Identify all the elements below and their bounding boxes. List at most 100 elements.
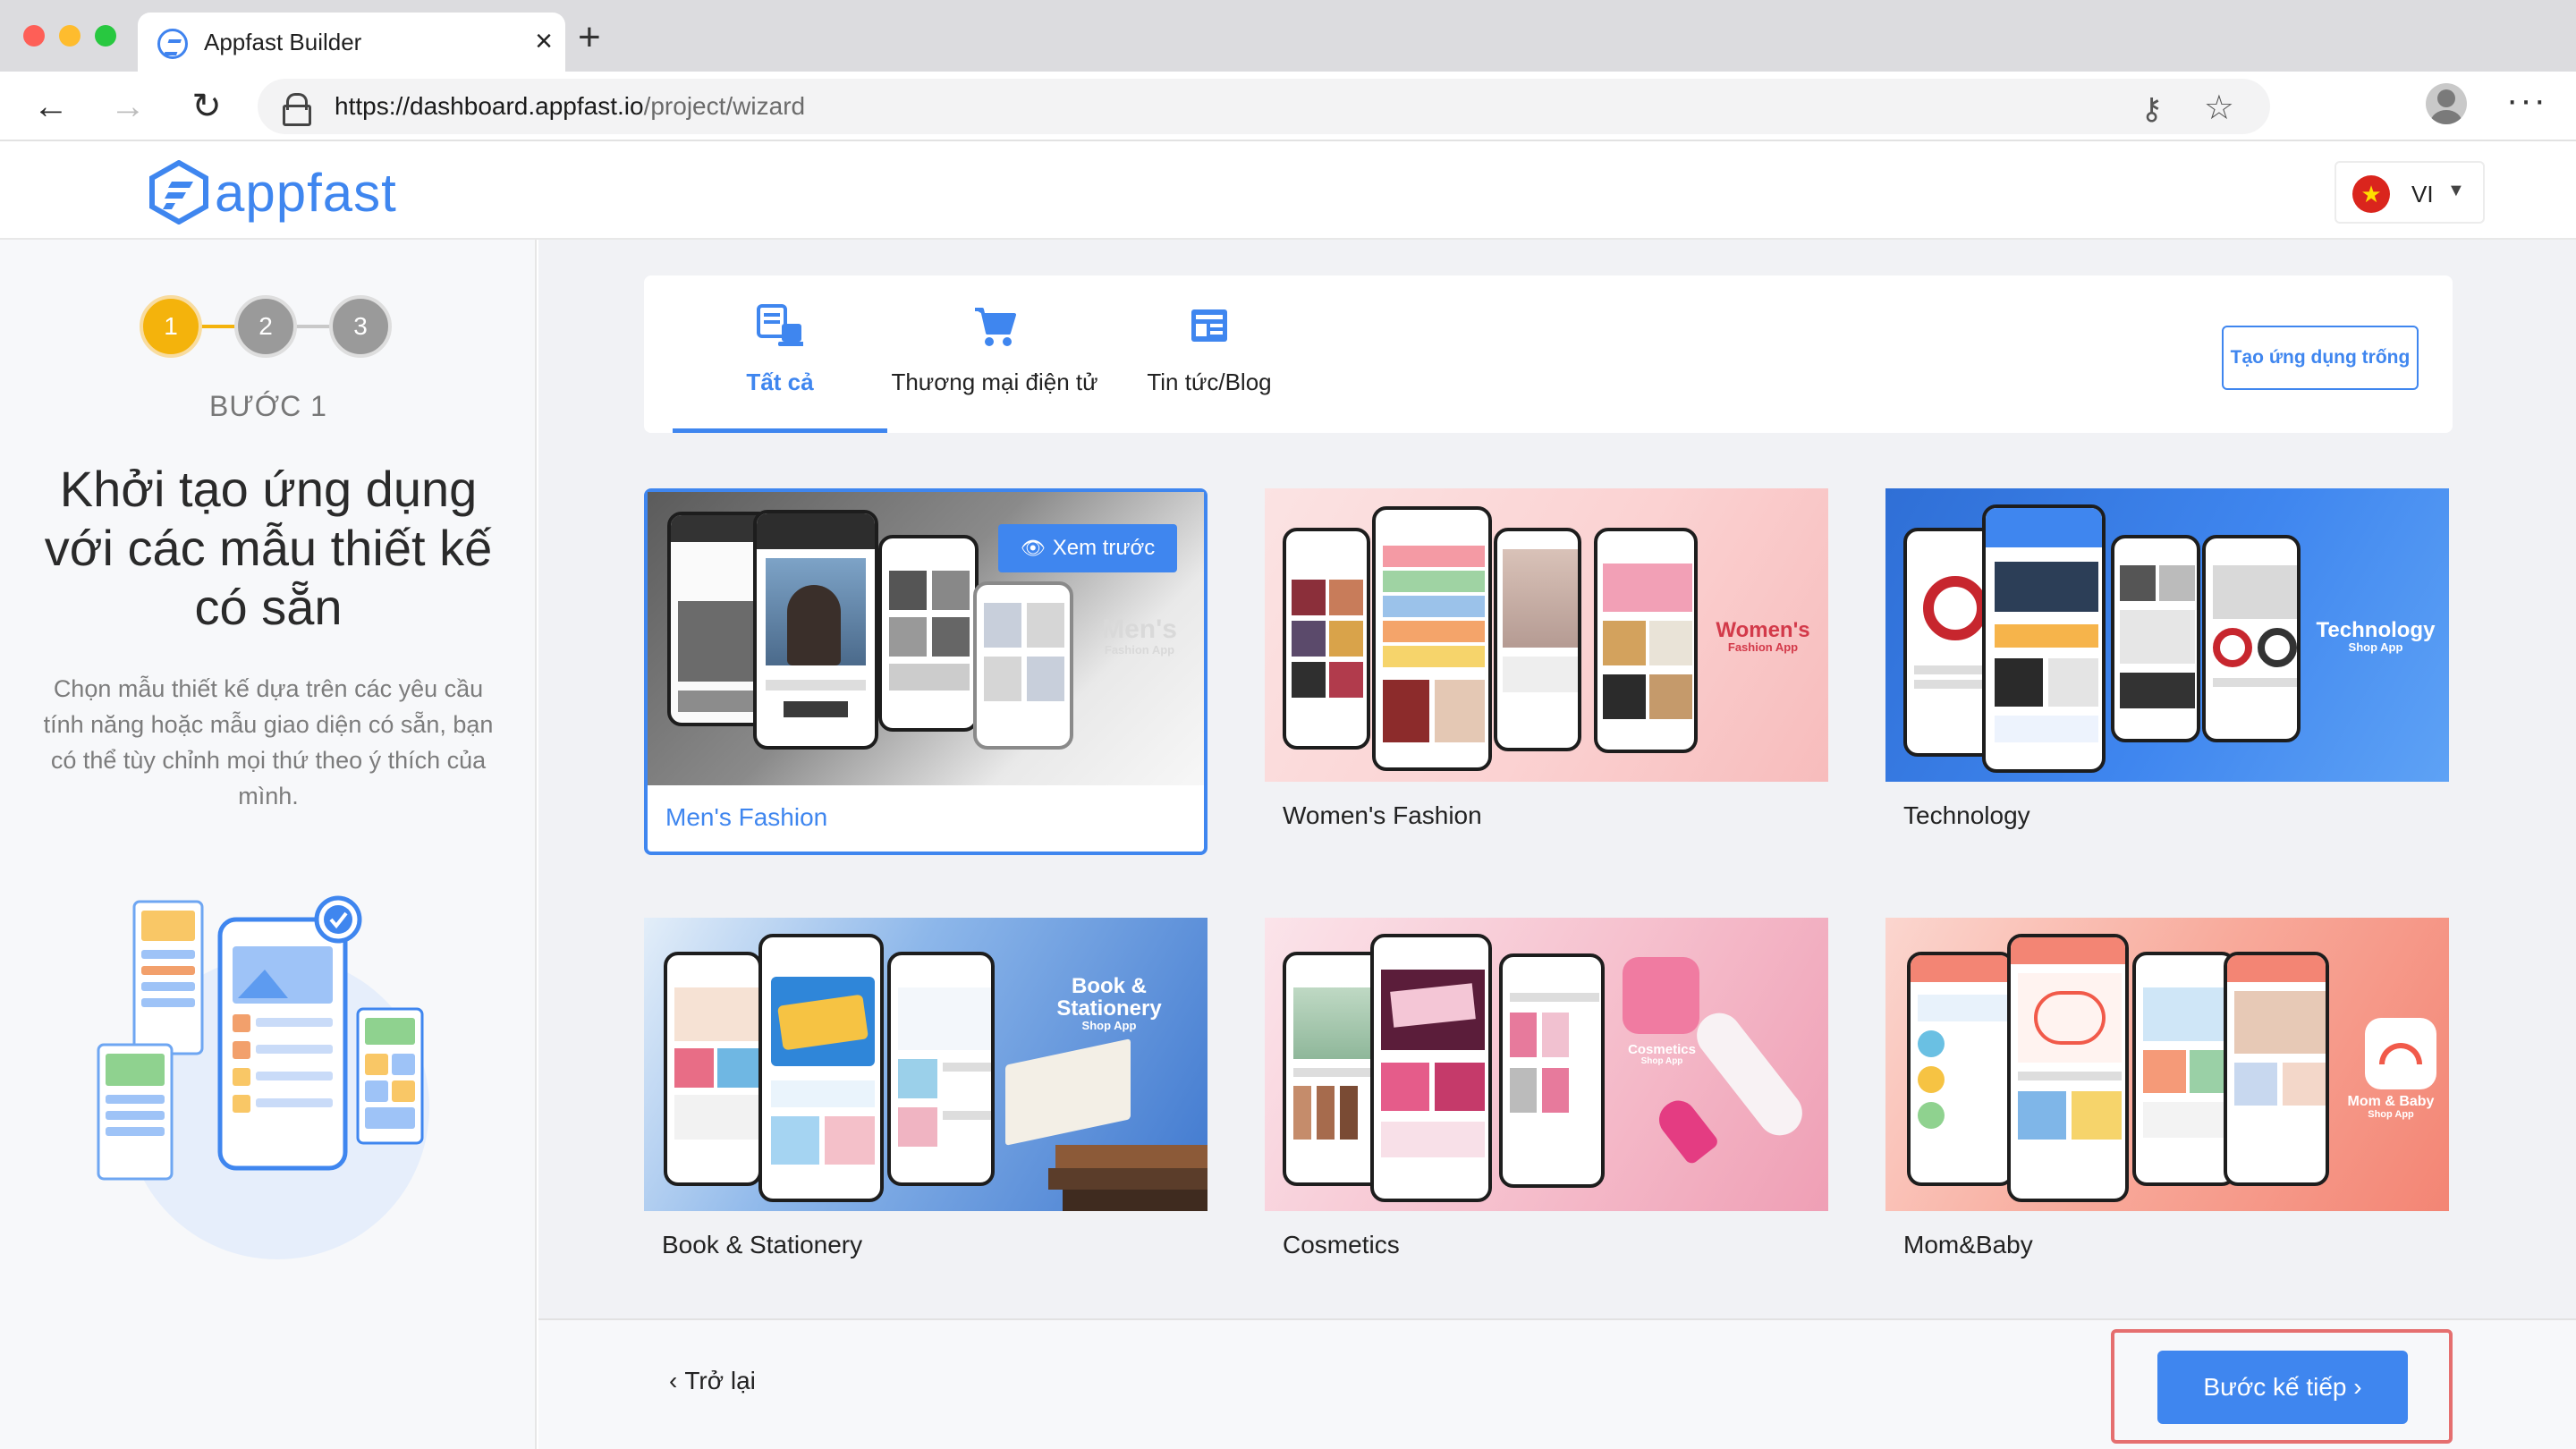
forward-arrow-icon[interactable]: → (106, 84, 150, 129)
lock-icon (283, 93, 311, 126)
appfast-logo[interactable]: appfast (148, 157, 397, 227)
brand-subtitle: Fashion App (1104, 642, 1175, 657)
template-thumbnail: Technology Shop App (1885, 488, 2449, 782)
more-menu-icon[interactable]: ··· (2506, 80, 2547, 121)
step-1-indicator: 1 (140, 295, 202, 358)
cart-icon (975, 308, 1016, 346)
bookmark-star-icon[interactable]: ☆ (2204, 88, 2234, 128)
create-blank-app-button[interactable]: Tạo ứng dụng trống (2222, 326, 2419, 390)
tab-label: Tất cả (746, 369, 814, 395)
address-bar[interactable]: https://dashboard.appfast.io/project/wiz… (258, 79, 2270, 134)
tab-news-blog[interactable]: Tin tức/Blog (1102, 275, 1317, 433)
tab-all[interactable]: Tất cả (673, 275, 887, 433)
back-arrow-icon[interactable]: ← (29, 84, 73, 129)
template-name: Technology (1903, 801, 2030, 829)
app-builder-illustration (97, 895, 429, 1259)
phone-mockup (2007, 934, 2129, 1202)
wizard-sidebar: 1 2 3 BƯỚC 1 Khởi tạo ứng dụng với các m… (0, 240, 537, 1449)
step-connector (295, 325, 331, 328)
phone-mockup (1283, 528, 1370, 750)
brand-title: Book & Stationery (1056, 974, 1162, 1021)
brand-subtitle: Shop App (1640, 1055, 1683, 1066)
browser-tabbar: Appfast Builder × + (0, 0, 2576, 72)
language-code: VI (2411, 181, 2434, 208)
key-icon[interactable]: ⚷ (2140, 91, 2163, 127)
step-label: BƯỚC 1 (209, 390, 327, 422)
phone-mockup (1499, 953, 1605, 1188)
brand-subtitle: Fashion App (1727, 640, 1799, 655)
vietnam-flag-icon: ★ (2352, 175, 2390, 213)
app-header: appfast ★ VI ▼ (0, 141, 2576, 240)
browser-toolbar: ← → ↻ https://dashboard.appfast.io/proje… (0, 72, 2576, 141)
phone-mockup (887, 952, 995, 1186)
devices-icon (757, 304, 803, 346)
brand-title: Cosmetics (1628, 1042, 1696, 1057)
step-3-indicator: 3 (329, 295, 392, 358)
template-brand-label: Mom & Baby Shop App (2333, 1094, 2449, 1120)
eye-icon: 👁 (1020, 537, 1046, 559)
maximize-window-button[interactable] (95, 25, 116, 47)
template-card-cosmetics[interactable]: Cosmetics Shop App Cosmetics (1265, 918, 1828, 1284)
template-card-mens-fashion[interactable]: Men's Fashion App 👁 Xem trước Men's Fashi… (644, 488, 1208, 855)
chevron-down-icon: ▼ (2447, 181, 2465, 200)
tab-label: Tin tức/Blog (1147, 369, 1272, 395)
template-card-womens-fashion[interactable]: Women's Fashion App Women's Fashion (1265, 488, 1828, 855)
template-card-technology[interactable]: Technology Shop App Technology (1885, 488, 2449, 855)
phone-mockup (1370, 934, 1492, 1202)
phone-mockup (973, 581, 1073, 750)
brand-title: Technology (2316, 618, 2436, 642)
reload-icon[interactable]: ↻ (184, 84, 229, 129)
page-title: Khởi tạo ứng dụng với các mẫu thiết kế c… (44, 461, 493, 635)
url-host: https://dashboard.appfast.io (335, 92, 644, 120)
template-name: Mom&Baby (1903, 1231, 2033, 1258)
template-name: Book & Stationery (662, 1231, 863, 1258)
template-brand-label: Women's Fashion App (1705, 619, 1821, 654)
profile-avatar-icon[interactable] (2426, 83, 2467, 124)
back-button[interactable]: ‹ Trở lại (669, 1367, 756, 1395)
browser-tab[interactable]: Appfast Builder × (138, 13, 565, 72)
template-thumbnail: Mom & Baby Shop App (1885, 918, 2449, 1211)
tab-title: Appfast Builder (204, 29, 362, 55)
minimize-window-button[interactable] (59, 25, 80, 47)
close-window-button[interactable] (23, 25, 45, 47)
phone-mockup (2224, 952, 2329, 1186)
preview-label: Xem trước (1052, 536, 1156, 560)
step-connector (200, 325, 236, 328)
tab-label: Thương mại điện tử (891, 369, 1098, 395)
template-brand-label: Book & Stationery Shop App (1020, 975, 1199, 1032)
new-tab-button[interactable]: + (578, 18, 601, 57)
logo-wordmark: appfast (215, 162, 397, 223)
phone-mockup (878, 535, 979, 732)
url-text[interactable]: https://dashboard.appfast.io/project/wiz… (335, 92, 805, 121)
back-label: Trở lại (684, 1367, 756, 1394)
step-2-indicator: 2 (234, 295, 297, 358)
chevron-right-icon: › (2353, 1373, 2362, 1401)
next-label: Bước kế tiếp (2203, 1373, 2347, 1401)
next-step-button[interactable]: Bước kế tiếp › (2157, 1351, 2408, 1424)
template-card-book-stationery[interactable]: Book & Stationery Shop App Book & Statio… (644, 918, 1208, 1284)
brand-title: Women's (1716, 618, 1810, 642)
appfast-favicon-icon (157, 29, 188, 59)
stepper: 1 2 3 (140, 295, 394, 363)
template-thumbnail: Women's Fashion App (1265, 488, 1828, 782)
language-selector[interactable]: ★ VI ▼ (2334, 161, 2485, 224)
tab-ecommerce[interactable]: Thương mại điện tử (887, 275, 1102, 433)
template-thumbnail: Cosmetics Shop App (1265, 918, 1828, 1211)
preview-button[interactable]: 👁 Xem trước (998, 524, 1177, 572)
phone-mockup (1594, 528, 1698, 753)
url-path: /project/wizard (643, 92, 806, 120)
phone-mockup (2111, 535, 2200, 742)
brand-subtitle: Shop App (1081, 1019, 1137, 1033)
brand-title: Mom & Baby (2347, 1094, 2435, 1109)
page-description: Chọn mẫu thiết kế dựa trên các yêu cầu t… (43, 675, 494, 809)
template-name: Women's Fashion (1283, 801, 1482, 829)
template-name: Cosmetics (1283, 1231, 1400, 1258)
template-brand-label: Men's Fashion App (1077, 615, 1202, 656)
template-card-mom-baby[interactable]: Mom & Baby Shop App Mom&Baby (1885, 918, 2449, 1284)
phone-mockup (1372, 506, 1492, 771)
template-brand-label: Cosmetics Shop App (1608, 1043, 1716, 1066)
template-thumbnail: Men's Fashion App 👁 Xem trước (648, 492, 1204, 785)
tab-close-icon[interactable]: × (535, 23, 553, 59)
phone-mockup (1907, 952, 2014, 1186)
news-icon (1191, 309, 1227, 342)
